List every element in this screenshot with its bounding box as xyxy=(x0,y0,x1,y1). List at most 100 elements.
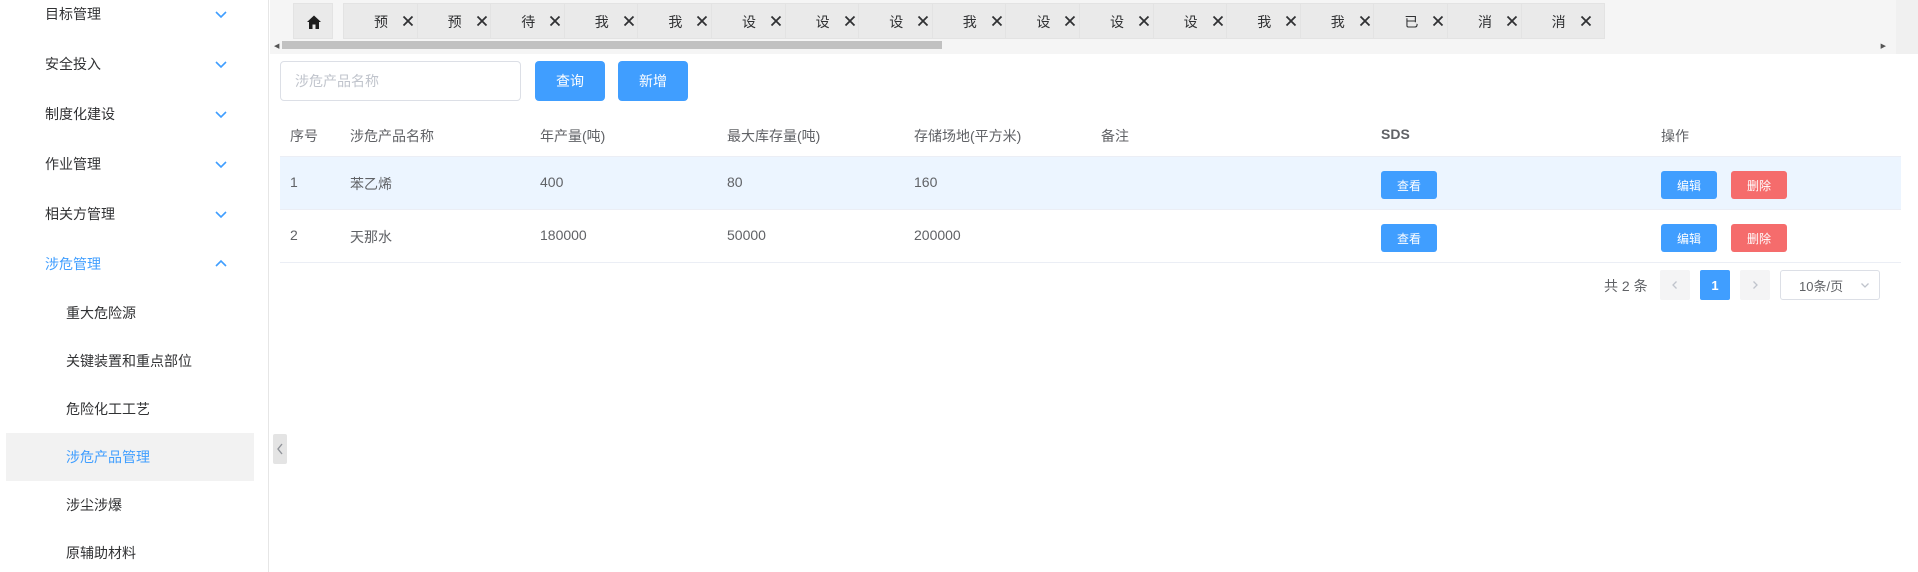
delete-button[interactable]: 删除 xyxy=(1731,171,1787,199)
tab-label: 消 xyxy=(1551,14,1566,30)
close-icon[interactable] xyxy=(1062,13,1078,29)
tab-item[interactable]: 设 xyxy=(1152,3,1237,39)
sidebar-item-label: 目标管理 xyxy=(45,6,101,22)
tab-label: 设 xyxy=(1110,14,1124,30)
close-icon[interactable] xyxy=(1578,13,1594,29)
prev-page-button[interactable] xyxy=(1660,270,1690,300)
col-header-annual-output: 年产量(吨) xyxy=(540,128,606,144)
tab-item[interactable]: 我 xyxy=(637,3,722,39)
chevron-left-icon xyxy=(1672,281,1677,289)
cell-name: 苯乙烯 xyxy=(350,176,392,192)
tab-item[interactable]: 我 xyxy=(1299,3,1384,39)
close-icon[interactable] xyxy=(989,13,1005,29)
col-header-name: 涉危产品名称 xyxy=(350,128,434,144)
tab-item[interactable]: 预 xyxy=(416,3,501,39)
tab-item[interactable]: 已 xyxy=(1373,3,1458,39)
table-row[interactable]: 1 苯乙烯 400 80 160 查看 编辑 删除 xyxy=(280,157,1901,210)
tab-item[interactable]: 我 xyxy=(931,3,1016,39)
scroll-right-icon[interactable]: ▶ xyxy=(1881,42,1886,50)
edit-button[interactable]: 编辑 xyxy=(1661,224,1717,252)
cell-max-stock: 80 xyxy=(727,174,743,190)
close-icon[interactable] xyxy=(1430,13,1446,29)
sidebar-item-operation-management[interactable]: 作业管理 xyxy=(6,139,253,189)
sidebar-subitem-label: 原辅助材料 xyxy=(66,545,136,561)
close-icon[interactable] xyxy=(1136,13,1152,29)
sidebar-item-label: 相关方管理 xyxy=(45,206,115,222)
app-root: 目标管理 安全投入 制度化建设 作业管理 相关方管理 涉危管理 重大危险源 关键… xyxy=(0,0,1918,572)
close-icon[interactable] xyxy=(1283,13,1299,29)
sidebar-subitem-major-hazard[interactable]: 重大危险源 xyxy=(6,289,253,337)
scroll-left-icon[interactable]: ◀ xyxy=(274,42,279,50)
tab-item[interactable]: 消 xyxy=(1447,3,1531,39)
table-row[interactable]: 2 天那水 180000 50000 200000 查看 编辑 删除 xyxy=(280,210,1901,263)
product-name-search-input[interactable] xyxy=(280,61,521,101)
sidebar-subitem-hazardous-process[interactable]: 危险化工工艺 xyxy=(6,385,253,433)
close-icon[interactable] xyxy=(1504,13,1520,29)
view-sds-button[interactable]: 查看 xyxy=(1381,171,1437,199)
close-icon[interactable] xyxy=(621,13,637,29)
delete-button[interactable]: 删除 xyxy=(1731,224,1787,252)
close-icon[interactable] xyxy=(768,13,784,29)
sidebar-subitem-dust-explosion[interactable]: 涉尘涉爆 xyxy=(6,481,253,529)
sidebar-item-goal-management[interactable]: 目标管理 xyxy=(6,0,253,39)
sidebar-collapse-handle[interactable] xyxy=(273,434,287,464)
table-header: 序号 涉危产品名称 年产量(吨) 最大库存量(吨) 存储场地(平方米) 备注 S… xyxy=(280,113,1901,157)
cell-annual-output: 180000 xyxy=(540,227,587,243)
col-header-no: 序号 xyxy=(290,128,318,144)
sidebar-item-related-party[interactable]: 相关方管理 xyxy=(6,189,253,239)
chevron-down-icon xyxy=(215,211,227,219)
close-icon[interactable] xyxy=(1357,13,1373,29)
tabs-scroll-thumb[interactable] xyxy=(282,41,942,49)
sidebar-item-hazard-management[interactable]: 涉危管理 xyxy=(6,239,253,289)
view-sds-button[interactable]: 查看 xyxy=(1381,224,1437,252)
page-size-select[interactable]: 10条/页 xyxy=(1780,270,1880,300)
sidebar-item-label: 作业管理 xyxy=(45,156,101,172)
next-page-button[interactable] xyxy=(1740,270,1770,300)
sidebar-item-label: 制度化建设 xyxy=(45,106,115,122)
tab-label: 预 xyxy=(447,14,462,30)
tab-item[interactable]: 我 xyxy=(1226,3,1311,39)
query-button[interactable]: 查询 xyxy=(535,61,605,101)
add-button[interactable]: 新增 xyxy=(618,61,688,101)
close-icon[interactable] xyxy=(694,13,710,29)
tab-label: 我 xyxy=(962,14,977,30)
tab-item[interactable]: 消 xyxy=(1520,3,1605,39)
tab-item[interactable]: 设 xyxy=(1079,3,1163,39)
page-vertical-scrollbar[interactable] xyxy=(1896,0,1918,54)
tab-label: 消 xyxy=(1478,14,1492,30)
tab-label: 我 xyxy=(668,14,683,30)
sidebar-subitem-hazardous-products[interactable]: 涉危产品管理 xyxy=(6,433,254,481)
tab-item[interactable]: 设 xyxy=(784,3,869,39)
sidebar-subitem-raw-materials[interactable]: 原辅助材料 xyxy=(6,529,253,572)
chevron-down-icon xyxy=(215,61,227,69)
cell-no: 2 xyxy=(290,227,298,243)
chevron-left-icon xyxy=(277,443,283,455)
close-icon[interactable] xyxy=(915,13,931,29)
tab-label: 我 xyxy=(1330,14,1345,30)
tab-label: 设 xyxy=(889,14,904,30)
close-icon[interactable] xyxy=(547,13,563,29)
tab-item[interactable]: 设 xyxy=(858,3,943,39)
tab-item[interactable]: 待 xyxy=(490,3,575,39)
tab-item[interactable]: 设 xyxy=(711,3,795,39)
close-icon[interactable] xyxy=(1210,13,1226,29)
sidebar-item-safety-investment[interactable]: 安全投入 xyxy=(6,39,253,89)
cell-max-stock: 50000 xyxy=(727,227,766,243)
tab-home[interactable] xyxy=(293,3,333,39)
close-icon[interactable] xyxy=(400,13,416,29)
tab-item[interactable]: 我 xyxy=(563,3,648,39)
close-icon[interactable] xyxy=(474,13,490,29)
sidebar-item-institution-building[interactable]: 制度化建设 xyxy=(6,89,253,139)
page-size-value: 10条/页 xyxy=(1799,278,1844,294)
close-icon[interactable] xyxy=(842,13,858,29)
tab-item[interactable]: 预 xyxy=(343,3,427,39)
cell-annual-output: 400 xyxy=(540,174,564,190)
edit-button[interactable]: 编辑 xyxy=(1661,171,1717,199)
tabs-scrollbar[interactable]: ◀ ▶ xyxy=(274,41,1886,50)
sidebar-item-label: 涉危管理 xyxy=(45,256,101,272)
chevron-down-icon xyxy=(215,161,227,169)
col-header-remark: 备注 xyxy=(1101,128,1129,144)
page-number-current[interactable]: 1 xyxy=(1700,270,1730,300)
tab-item[interactable]: 设 xyxy=(1005,3,1090,39)
sidebar-subitem-key-devices[interactable]: 关键装置和重点部位 xyxy=(6,337,253,385)
